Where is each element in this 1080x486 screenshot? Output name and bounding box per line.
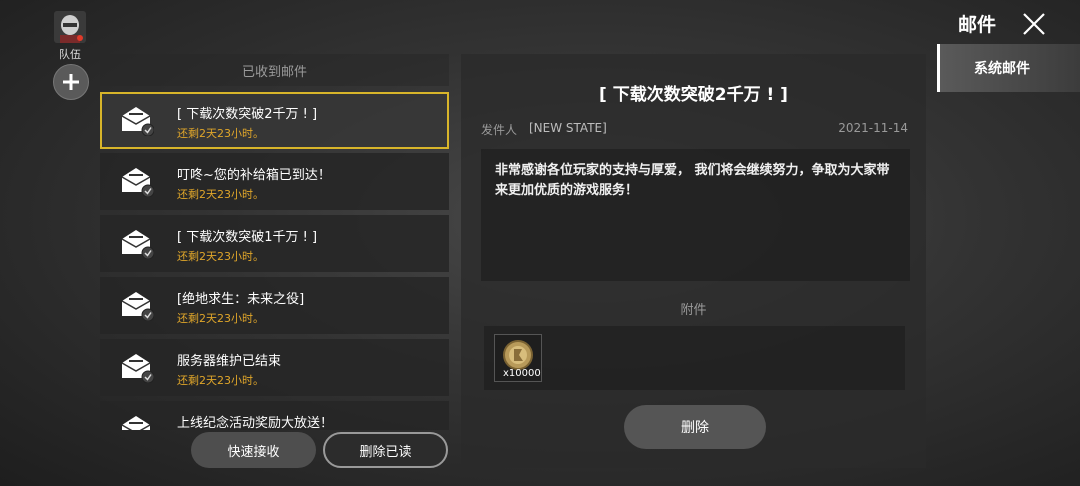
attachment-count: x10000 [503,368,541,379]
sender-label: 发件人 [481,123,518,137]
mail-list-item[interactable]: 上线纪念活动奖励大放送！ [100,401,449,430]
attachments-label: 附件 [680,303,707,318]
delete-button[interactable]: 删除 [624,405,766,449]
add-team-button[interactable] [53,64,89,100]
mail-remaining: 还剩2天23小时。 [177,374,264,387]
mail-title: [ 下载次数突破2千万 ! ] [177,107,318,122]
sender-value: [NEW STATE] [529,121,607,135]
tab-label: 系统邮件 [974,61,1030,77]
mail-open-icon [121,292,154,321]
mail-body: 非常感谢各位玩家的支持与厚爱， 我们将会继续努力，争取为大家带来更加优质的游戏服… [481,149,910,281]
mail-list-item[interactable]: [绝地求生：未来之役] 还剩2天23小时。 [100,277,449,334]
mail-open-icon [121,416,151,430]
mail-list-item[interactable]: [ 下载次数突破1千万 ! ] 还剩2天23小时。 [100,215,449,272]
team-avatar[interactable] [54,11,86,43]
mail-detail-title: [ 下载次数突破2千万 ! ] [599,85,788,105]
mail-open-icon [121,107,154,136]
mail-detail-panel: [ 下载次数突破2千万 ! ] 发件人 [NEW STATE] 2021-11-… [461,54,926,468]
mail-list-header: 已收到邮件 [100,54,449,86]
close-icon [1023,13,1045,35]
mail-remaining: 还剩2天23小时。 [177,312,264,325]
mail-date: 2021-11-14 [838,121,908,135]
delete-read-button[interactable]: 删除已读 [323,432,448,468]
quick-receive-button[interactable]: 快速接收 [191,432,316,468]
plus-icon [63,74,79,90]
mail-remaining: 还剩2天23小时。 [177,250,264,263]
mail-title: 上线纪念活动奖励大放送！ [177,416,334,430]
mail-open-icon [121,168,154,197]
team-label: 队伍 [59,48,81,61]
mail-remaining: 还剩2天23小时。 [177,188,264,201]
mail-title: [绝地求生：未来之役] [177,292,305,307]
mail-list-item[interactable]: 叮咚~您的补给箱已到达！ 还剩2天23小时。 [100,153,449,210]
close-button[interactable] [1020,10,1048,38]
mail-list[interactable]: 已收到邮件 [ 下载次数突破2千万 ! ] 还剩2天23小时。 叮咚~您的补给箱… [100,54,449,430]
mail-title: 叮咚~您的补给箱已到达！ [177,168,331,183]
mail-list-item[interactable]: 服务器维护已结束 还剩2天23小时。 [100,339,449,396]
attachment-item[interactable]: x10000 [494,334,542,382]
mail-remaining: 还剩2天23小时。 [177,127,264,140]
tab-system-mail[interactable]: 系统邮件 [937,44,1080,92]
attachments-box: x10000 [484,326,905,390]
page-title: 邮件 [958,14,997,36]
mail-open-icon [121,230,154,259]
mail-open-icon [121,354,154,383]
mail-title: 服务器维护已结束 [177,354,282,369]
mail-title: [ 下载次数突破1千万 ! ] [177,230,318,245]
mail-list-item[interactable]: [ 下载次数突破2千万 ! ] 还剩2天23小时。 [100,92,449,149]
